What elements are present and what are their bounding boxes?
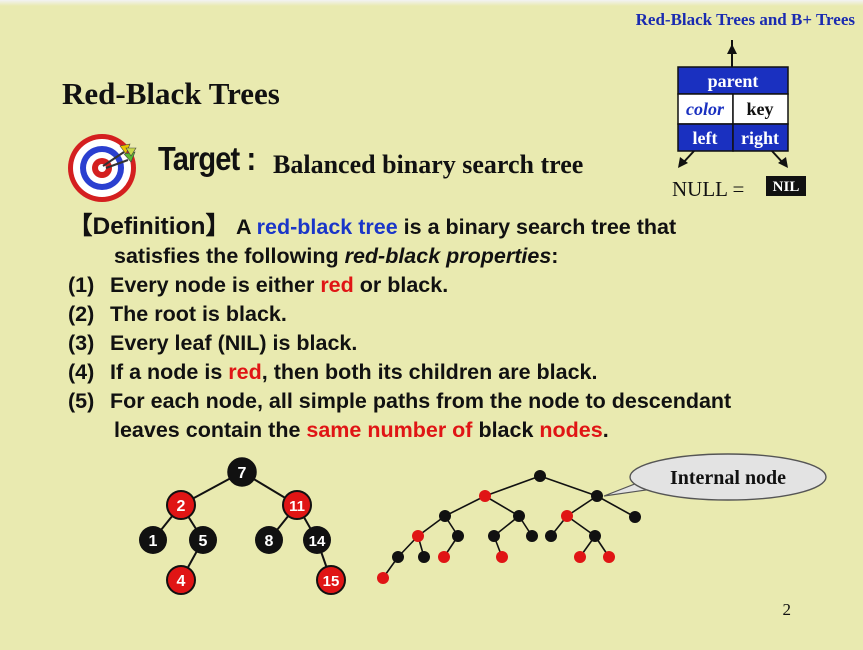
dartboard-icon — [68, 134, 137, 202]
tree-node-key: 5 — [199, 533, 208, 550]
prop-black: black — [225, 302, 281, 326]
property-number: (5) — [68, 389, 95, 413]
prop-text: Every leaf (NIL) is — [110, 331, 297, 355]
example-tree-edges — [152, 471, 332, 581]
tree-node-key: 11 — [289, 498, 305, 515]
null-label: NULL = — [672, 177, 744, 201]
prop-red: red — [228, 360, 262, 384]
slide-title: Red-Black Trees — [62, 76, 280, 111]
tree-node-key: 2 — [177, 498, 186, 515]
tree-node-1: 1 — [139, 526, 167, 554]
prop-red: red — [320, 273, 354, 297]
tree-node-8: 8 — [255, 526, 283, 554]
definition-label: 【Definition】 — [68, 213, 230, 240]
def-italic: red-black properties — [344, 244, 552, 268]
tree-node-2: 2 — [166, 490, 196, 520]
prop-red: nodes — [533, 418, 603, 442]
tree-node-5: 5 — [189, 526, 217, 554]
prop-text: Every node is either — [110, 273, 321, 297]
tree-node-key: 4 — [177, 573, 186, 590]
tree-node-15: 15 — [316, 565, 346, 595]
slide: Red-Black Trees and B+ Trees Red-Black T… — [0, 0, 863, 650]
property-3: (3) Every leaf (NIL) is black. — [68, 329, 848, 358]
target-label: Target : — [158, 140, 256, 177]
prop-black: black — [536, 360, 592, 384]
prop-text: . — [280, 302, 287, 326]
node-structure-diagram: parent color key left right NULL = NIL — [672, 40, 806, 201]
prop-text: . — [591, 360, 598, 384]
property-5-cont: leaves contain the same number of black … — [68, 416, 848, 445]
struct-left: left — [693, 128, 718, 148]
nil-box: NIL — [773, 179, 800, 195]
prop-text: . — [351, 331, 358, 355]
def-term: red-black tree — [256, 215, 398, 239]
prop-black: black — [296, 331, 352, 355]
tree-node-key: 14 — [309, 533, 326, 550]
def-text: satisfies the following — [114, 244, 339, 268]
struct-parent: parent — [708, 71, 759, 91]
tree-node-7: 7 — [227, 457, 257, 487]
prop-black: black — [478, 418, 534, 442]
tree-node-key: 15 — [323, 573, 340, 590]
property-number: (3) — [68, 331, 95, 355]
property-number: (2) — [68, 302, 95, 326]
def-text: A — [235, 215, 251, 239]
property-number: (1) — [68, 273, 95, 297]
definition-line-1: 【Definition】 A red-black tree is a binar… — [68, 212, 848, 242]
prop-red: same number of — [306, 418, 473, 442]
definition-block: 【Definition】 A red-black tree is a binar… — [68, 212, 848, 445]
prop-text: . — [442, 273, 449, 297]
top-shade — [0, 0, 863, 6]
prop-text: , then both its children are — [261, 360, 537, 384]
def-text: : — [551, 244, 559, 268]
tree-node-14: 14 — [303, 526, 331, 554]
callout-text: Internal node — [670, 467, 786, 489]
prop-text: The root is — [110, 302, 226, 326]
def-text: is a binary search tree that — [403, 215, 677, 239]
property-1: (1) Every node is either red or black. — [68, 271, 848, 300]
tree-node-key: 7 — [238, 465, 247, 482]
prop-text: For each node, all simple paths from the… — [110, 389, 732, 413]
property-2: (2) The root is black. — [68, 300, 848, 329]
tree-diagrams: 7 2 11 1 5 8 14 4 15 Internal node — [139, 453, 827, 595]
property-number: (4) — [68, 360, 95, 384]
tree-node-key: 1 — [149, 533, 158, 550]
property-4: (4) If a node is red, then both its child… — [68, 358, 848, 387]
prop-black: black — [387, 273, 443, 297]
internal-node-callout: Internal node — [603, 453, 827, 501]
tree-node-4: 4 — [166, 565, 196, 595]
target-text: Balanced binary search tree — [273, 150, 584, 179]
tree-node-key: 8 — [265, 533, 274, 550]
struct-color: color — [686, 99, 725, 119]
prop-text: leaves contain the — [114, 418, 307, 442]
property-5: (5) For each node, all simple paths from … — [68, 387, 848, 416]
prop-text: or — [353, 273, 388, 297]
prop-text: . — [602, 418, 609, 442]
prop-text: If a node is — [110, 360, 229, 384]
struct-key: key — [747, 99, 774, 119]
page-number: 2 — [782, 600, 792, 619]
tree-node-11: 11 — [282, 490, 312, 520]
course-title: Red-Black Trees and B+ Trees — [635, 10, 855, 29]
definition-line-2: satisfies the following red-black proper… — [68, 242, 848, 271]
struct-right: right — [741, 128, 779, 148]
